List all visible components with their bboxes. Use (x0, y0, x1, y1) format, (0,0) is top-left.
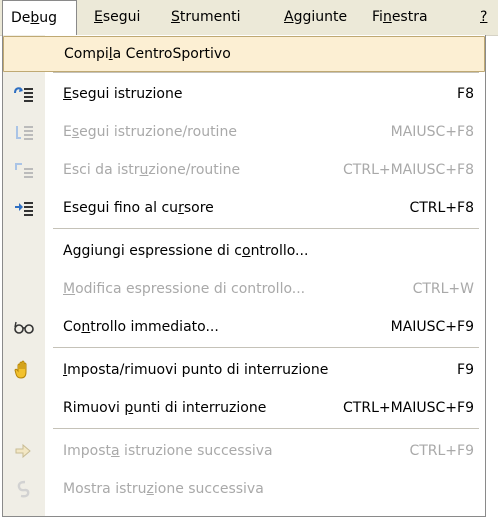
menu-item-clear-breakpoints-label: Rimuovi punti di interruzione (63, 400, 267, 416)
menu-item-step-out-shortcut: CTRL+MAIUSC+F8 (343, 162, 474, 178)
menu-separator (53, 428, 479, 429)
menu-item-edit-watch-shortcut: CTRL+W (412, 281, 474, 297)
menu-esegui-label-key: E (94, 9, 103, 25)
menu-help-label-key: ? (480, 9, 488, 25)
menu-help[interactable]: ? (480, 0, 487, 35)
menu-debug-label-key: b (30, 10, 40, 26)
menu-item-step-into[interactable]: Esegui istruzione F8 (3, 75, 485, 113)
run-to-cursor-icon (15, 202, 33, 216)
menu-item-compile-label: Compila CentroSportivo (64, 46, 231, 62)
menu-item-edit-watch-label: Modifica espressione di controllo... (63, 281, 306, 297)
menu-item-step-into-label: Esegui istruzione (63, 86, 183, 102)
menu-esegui[interactable]: Esegui (94, 0, 140, 35)
menu-esegui-label-post: segui (102, 9, 141, 25)
menu-item-run-to-cursor[interactable]: Esegui fino al cursore CTRL+F8 (3, 189, 485, 227)
menu-strumenti-label-post: trumenti (179, 9, 241, 25)
menu-item-step-over-shortcut: MAIUSC+F8 (390, 124, 474, 140)
menu-item-toggle-breakpoint[interactable]: Imposta/rimuovi punto di interruzione F9 (3, 351, 485, 389)
menu-item-add-watch-label: Aggiungi espressione di controllo... (63, 243, 309, 259)
glasses-icon (14, 321, 34, 334)
menu-bar: Debug Esegui Strumenti Aggiunte Finestra… (0, 0, 498, 37)
menu-item-quick-watch[interactable]: Controllo immediato... MAIUSC+F9 (3, 308, 485, 346)
menu-item-step-over: Esegui istruzione/routine MAIUSC+F8 (3, 113, 485, 151)
show-next-icon (17, 480, 30, 498)
menu-item-step-out-label: Esci da istruzione/routine (63, 162, 241, 178)
arrow-right-icon (15, 443, 31, 459)
menu-finestra-label-key: n (382, 9, 392, 25)
menu-item-run-to-cursor-label: Esegui fino al cursore (63, 200, 214, 216)
menu-aggiunte-label-post: ggiunte (293, 9, 348, 25)
menu-strumenti[interactable]: Strumenti (171, 0, 241, 35)
menu-item-compile[interactable]: Compila CentroSportivo (3, 36, 485, 72)
step-out-icon (15, 163, 33, 178)
menu-finestra-label-post: estra (391, 9, 428, 25)
debug-dropdown-menu: Compila CentroSportivo Esegui istruzione… (2, 35, 486, 517)
menu-item-toggle-breakpoint-label: Imposta/rimuovi punto di interruzione (63, 362, 329, 378)
menu-item-quick-watch-label: Controllo immediato... (63, 319, 219, 335)
menu-finestra-label-pre: Fi (372, 9, 383, 25)
menu-separator (53, 228, 479, 229)
step-into-icon (14, 87, 33, 102)
menu-debug[interactable]: Debug (2, 0, 77, 37)
menu-item-step-into-shortcut: F8 (457, 86, 474, 102)
menu-debug-label-post: ug (39, 10, 58, 26)
menu-separator (53, 72, 479, 73)
menu-aggiunte-label-key: A (284, 9, 294, 25)
menu-finestra[interactable]: Finestra (372, 0, 428, 35)
hand-icon (14, 360, 27, 379)
menu-item-show-next: Mostra istruzione successiva (3, 470, 485, 508)
menu-item-step-over-label: Esegui istruzione/routine (63, 124, 237, 140)
menu-item-step-out: Esci da istruzione/routine CTRL+MAIUSC+F… (3, 151, 485, 189)
menu-debug-label-pre: De (11, 10, 31, 26)
menu-item-set-next-label: Imposta istruzione successiva (63, 443, 273, 459)
menu-item-edit-watch: Modifica espressione di controllo... CTR… (3, 270, 485, 308)
menu-separator (53, 347, 479, 348)
menu-item-show-next-label: Mostra istruzione successiva (63, 481, 264, 497)
menu-item-run-to-cursor-shortcut: CTRL+F8 (409, 200, 474, 216)
menu-item-set-next-shortcut: CTRL+F9 (409, 443, 474, 459)
menu-item-add-watch[interactable]: Aggiungi espressione di controllo... (3, 232, 485, 270)
menu-strumenti-label-key: S (171, 9, 180, 25)
menu-item-toggle-breakpoint-shortcut: F9 (457, 362, 474, 378)
menu-item-clear-breakpoints[interactable]: Rimuovi punti di interruzione CTRL+MAIUS… (3, 389, 485, 427)
menu-item-set-next: Imposta istruzione successiva CTRL+F9 (3, 432, 485, 470)
menu-aggiunte[interactable]: Aggiunte (284, 0, 347, 35)
menu-item-quick-watch-shortcut: MAIUSC+F9 (390, 319, 474, 335)
step-over-icon (16, 126, 33, 140)
menu-item-clear-breakpoints-shortcut: CTRL+MAIUSC+F9 (343, 400, 474, 416)
